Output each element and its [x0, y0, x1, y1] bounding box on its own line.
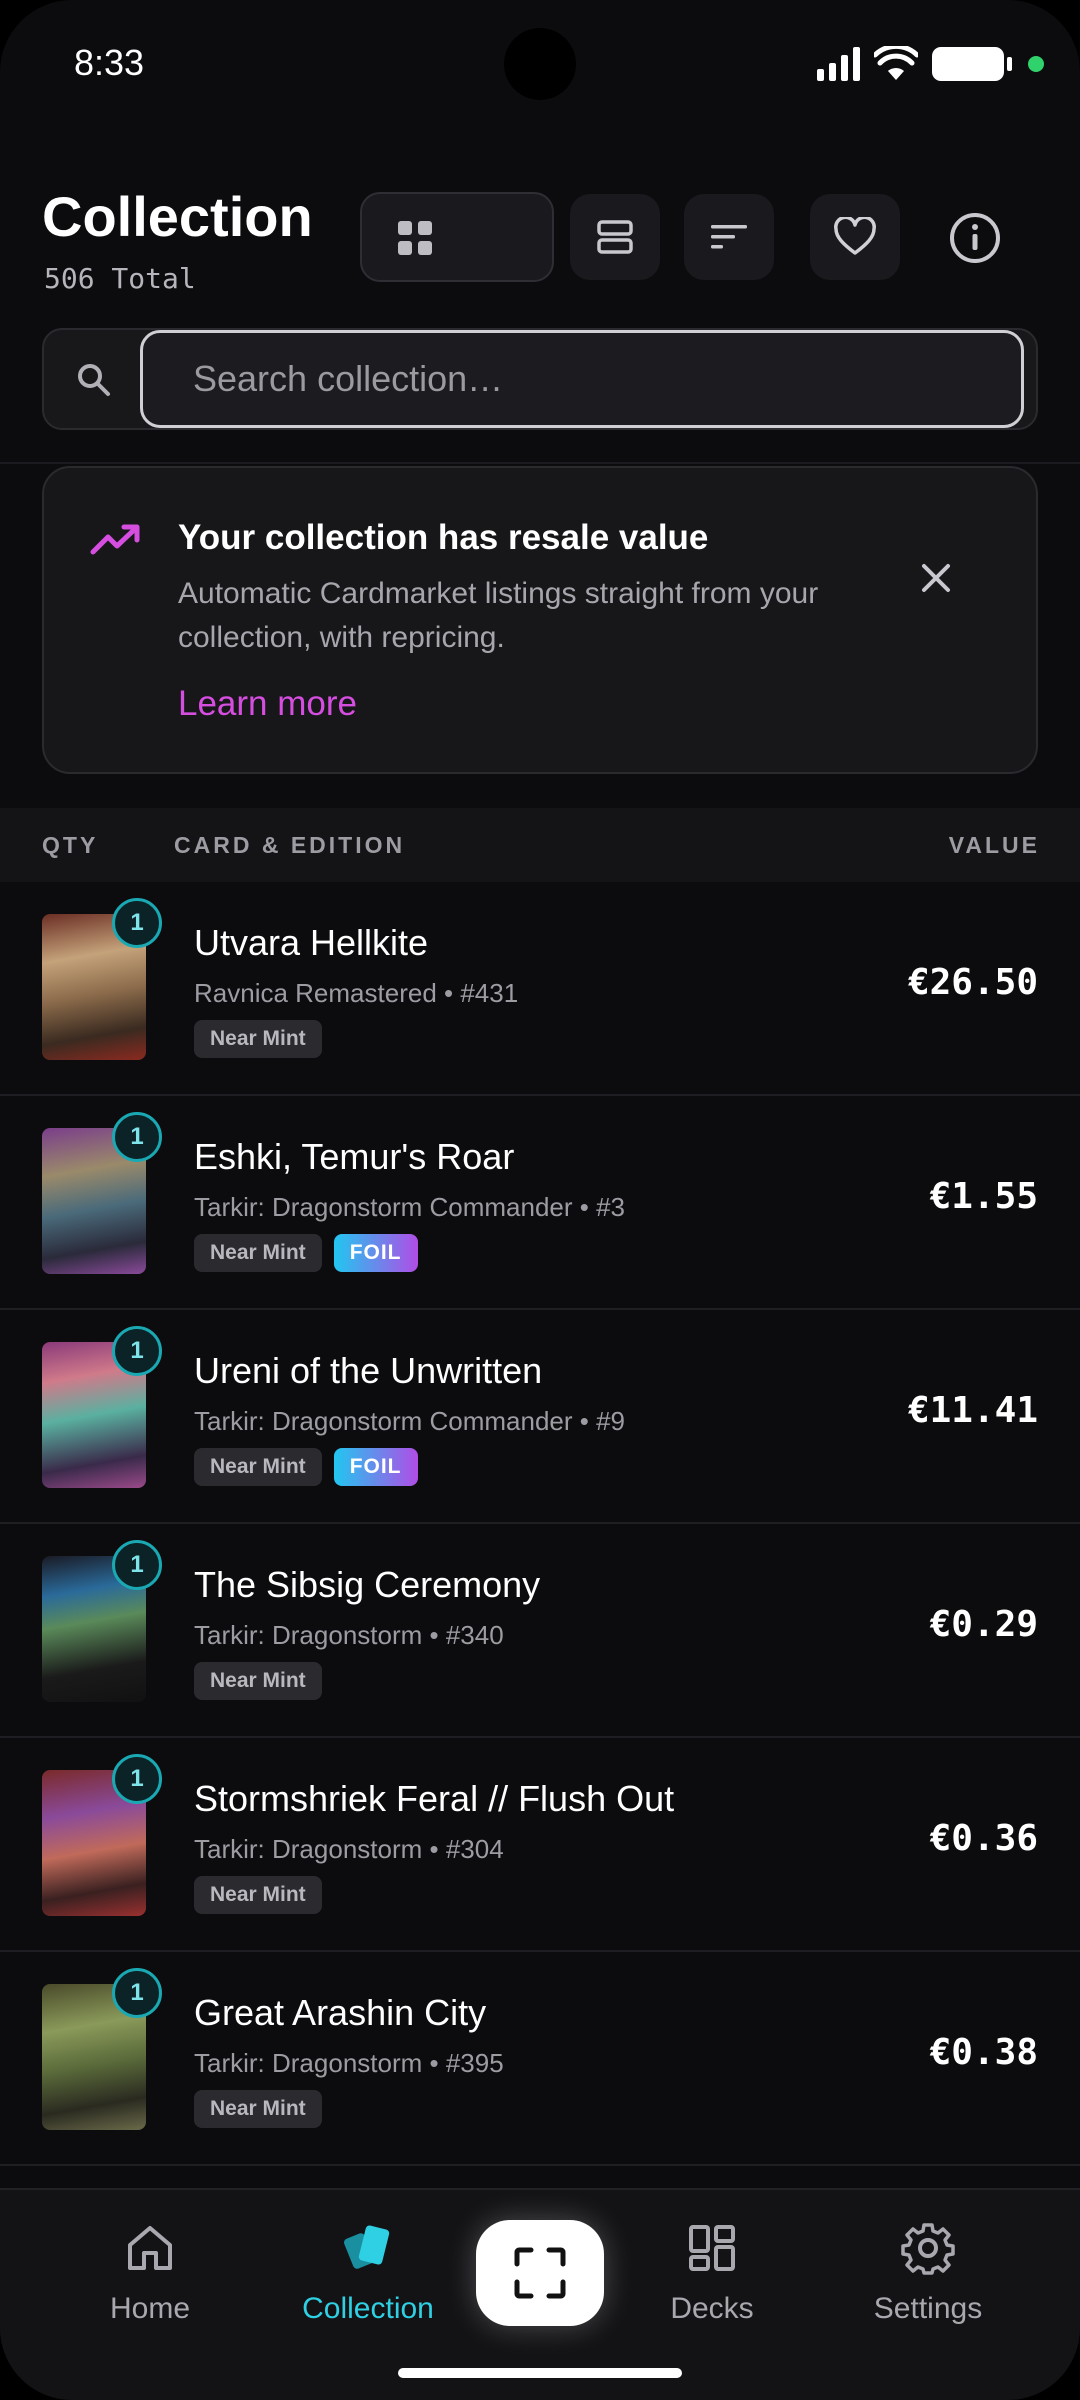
search-input[interactable] [140, 330, 1024, 428]
wifi-icon [874, 46, 918, 80]
condition-badge: Near Mint [194, 1020, 322, 1058]
card-row[interactable]: 1 The Sibsig Ceremony Tarkir: Dragonstor… [0, 1524, 1080, 1738]
foil-badge: FOIL [333, 1448, 418, 1486]
card-edition: Tarkir: Dragonstorm Commander • #3 [194, 1192, 626, 1222]
info-button[interactable] [930, 208, 1020, 268]
nav-home-label: Home [109, 2292, 191, 2325]
nav-collection-label: Collection [302, 2292, 434, 2325]
card-name: Ureni of the Unwritten [194, 1350, 543, 1391]
quantity-badge: 1 [112, 1540, 162, 1590]
cards-icon [344, 2225, 390, 2269]
signal-icon [817, 47, 860, 81]
nav-home[interactable]: Home [60, 2216, 240, 2336]
home-icon [128, 2226, 172, 2270]
privacy-indicator-dot [1028, 56, 1044, 72]
rows-icon [597, 220, 633, 254]
collection-total: 506 Total [44, 262, 196, 295]
card-edition: Tarkir: Dragonstorm • #304 [194, 1834, 504, 1864]
condition-badge: Near Mint [194, 2090, 322, 2128]
sort-button[interactable] [684, 194, 774, 280]
condition-badge: Near Mint [194, 1662, 322, 1700]
quantity-badge: 1 [112, 1112, 162, 1162]
card-row[interactable]: 1 Eshki, Temur's Roar Tarkir: Dragonstor… [0, 1096, 1080, 1310]
bottom-navigation: Home Collection Decks Settings [0, 2188, 1080, 2400]
card-edition: Tarkir: Dragonstorm Commander • #9 [194, 1406, 626, 1436]
card-name: Eshki, Temur's Roar [194, 1136, 515, 1177]
card-tags: Near Mint [194, 2090, 322, 2128]
card-price: €0.38 [929, 2032, 1038, 2073]
column-qty: QTY [42, 832, 99, 858]
scan-button[interactable] [476, 2220, 604, 2326]
nav-settings[interactable]: Settings [838, 2216, 1018, 2336]
quantity-badge: 1 [112, 898, 162, 948]
card-price: €0.29 [929, 1604, 1038, 1645]
table-header: QTY CARD & EDITION VALUE [0, 808, 1080, 882]
condition-badge: Near Mint [194, 1876, 322, 1914]
card-list: 1 Utvara Hellkite Ravnica Remastered • #… [0, 882, 1080, 2166]
card-row[interactable]: 1 Utvara Hellkite Ravnica Remastered • #… [0, 882, 1080, 1096]
nav-collection[interactable]: Collection [278, 2216, 458, 2336]
card-tags: Near Mint FOIL [194, 1234, 418, 1272]
learn-more-link[interactable]: Learn more [178, 684, 357, 724]
status-bar: 8:33 [0, 0, 1080, 130]
card-row[interactable]: 1 Ureni of the Unwritten Tarkir: Dragons… [0, 1310, 1080, 1524]
app-screen: 8:33 Collection 506 Total Search collect… [0, 0, 1080, 2400]
card-price: €11.41 [907, 1390, 1038, 1431]
home-indicator [398, 2368, 682, 2378]
foil-badge: FOIL [333, 1234, 418, 1272]
status-icons [817, 46, 1044, 82]
condition-badge: Near Mint [194, 1448, 322, 1486]
card-row[interactable]: 1 Stormshriek Feral // Flush Out Tarkir:… [0, 1738, 1080, 1952]
card-tags: Near Mint [194, 1020, 322, 1058]
gear-icon [901, 2223, 955, 2275]
card-name: Stormshriek Feral // Flush Out [194, 1778, 675, 1819]
banner-title: Your collection has resale value [178, 518, 709, 557]
trending-up-icon [90, 524, 140, 555]
card-name: Great Arashin City [194, 1992, 487, 2033]
grid-view-button[interactable] [372, 204, 458, 272]
view-mode-toggle [360, 192, 1080, 1144]
nav-decks-label: Decks [670, 2292, 754, 2325]
battery-icon [932, 47, 1012, 81]
search-bar [42, 328, 1038, 430]
condition-badge: Near Mint [194, 1234, 322, 1272]
front-camera [504, 28, 576, 100]
grid-icon [398, 221, 432, 255]
quantity-badge: 1 [112, 1754, 162, 1804]
card-price: €26.50 [907, 962, 1038, 1003]
quantity-badge: 1 [112, 1968, 162, 2018]
dashboard-icon [689, 2225, 735, 2271]
status-time: 8:33 [74, 42, 145, 83]
divider [0, 462, 1080, 464]
card-tags: Near Mint FOIL [194, 1448, 418, 1486]
card-tags: Near Mint [194, 1876, 322, 1914]
search-icon [78, 364, 110, 396]
card-row[interactable]: 1 Great Arashin City Tarkir: Dragonstorm… [0, 1952, 1080, 2166]
card-edition: Ravnica Remastered • #431 [194, 978, 519, 1008]
card-edition: Tarkir: Dragonstorm • #395 [194, 2048, 504, 2078]
card-name: The Sibsig Ceremony [194, 1564, 541, 1605]
quantity-badge: 1 [112, 1326, 162, 1376]
column-value: VALUE [948, 832, 1040, 858]
nav-settings-label: Settings [873, 2292, 983, 2325]
collection-header: Collection 506 Total [0, 170, 1080, 1144]
scan-icon [514, 2247, 566, 2299]
resale-banner: Your collection has resale value Automat… [42, 466, 1038, 774]
card-edition: Tarkir: Dragonstorm • #340 [194, 1620, 504, 1650]
card-price: €1.55 [929, 1176, 1038, 1217]
info-icon [950, 213, 1000, 263]
sort-icon [711, 225, 747, 249]
banner-text: Automatic Cardmarket listings straight f… [178, 577, 819, 654]
card-tags: Near Mint [194, 1662, 322, 1700]
heart-icon [834, 217, 876, 255]
page-title: Collection [42, 185, 313, 248]
compact-view-button[interactable] [570, 194, 660, 280]
column-card-edition: CARD & EDITION [174, 832, 406, 858]
favorites-button[interactable] [810, 194, 900, 280]
nav-decks[interactable]: Decks [622, 2216, 802, 2336]
card-price: €0.36 [929, 1818, 1038, 1859]
card-name: Utvara Hellkite [194, 922, 429, 963]
banner-close-button[interactable] [906, 548, 966, 608]
close-icon [922, 564, 950, 592]
